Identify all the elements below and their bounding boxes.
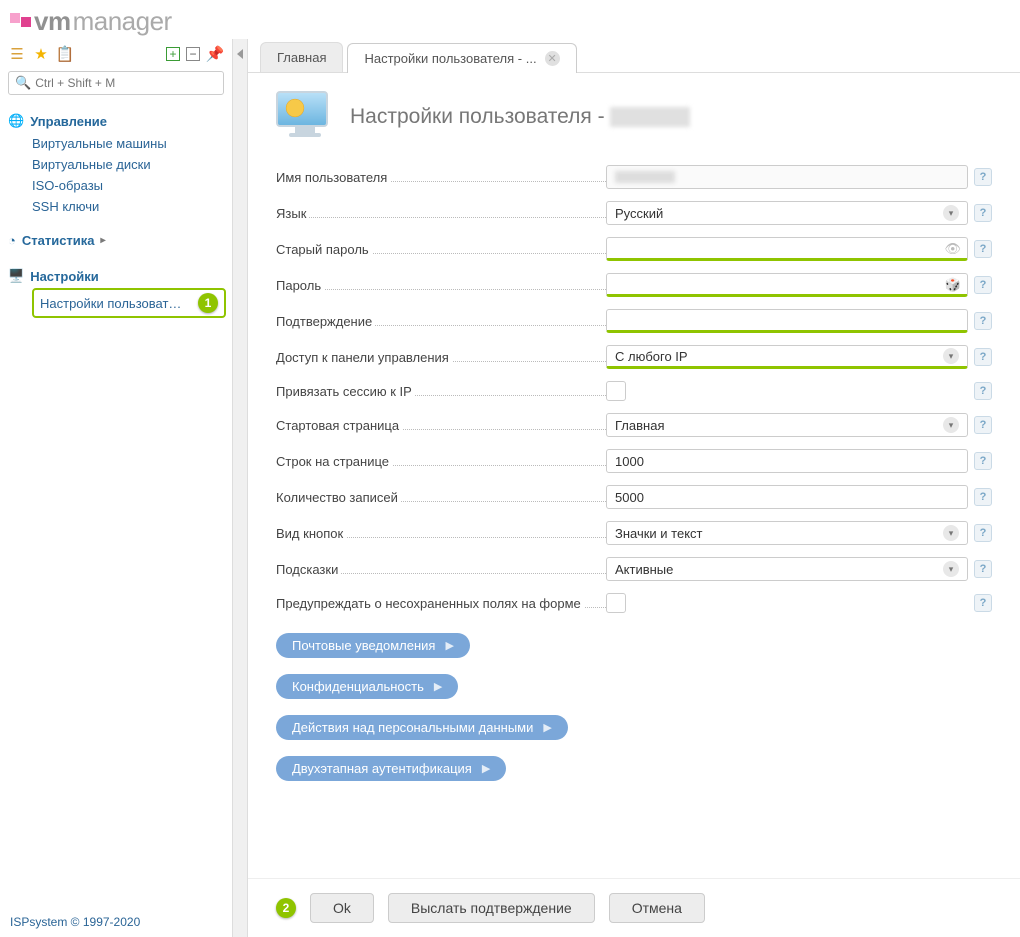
minus-icon[interactable]: − <box>186 47 200 61</box>
send-confirmation-button[interactable]: Выслать подтверждение <box>388 893 595 923</box>
search-input[interactable]: 🔍 <box>8 71 224 95</box>
page-title: Настройки пользователя - <box>276 91 992 143</box>
step-badge-2: 2 <box>276 898 296 918</box>
confirm-password-field[interactable] <box>606 309 968 333</box>
help-icon[interactable]: ? <box>974 452 992 470</box>
help-icon[interactable]: ? <box>974 560 992 578</box>
confirm-label: Подтверждение <box>276 314 375 329</box>
tab-main[interactable]: Главная <box>260 42 343 72</box>
globe-icon: 🌐 <box>8 113 24 129</box>
logo-area: vmmanager <box>0 0 1020 39</box>
chevron-down-icon: ▾ <box>943 417 959 433</box>
oldpw-label: Старый пароль <box>276 242 372 257</box>
nav-item-iso[interactable]: ISO-образы <box>32 175 232 196</box>
button-style-select[interactable]: Значки и текст▾ <box>606 521 968 545</box>
nav-item-disks[interactable]: Виртуальные диски <box>32 154 232 175</box>
section-privacy[interactable]: Конфиденциальность▶ <box>276 674 458 699</box>
search-icon: 🔍 <box>15 75 31 91</box>
ok-button[interactable]: Ok <box>310 893 374 923</box>
sidebar: ☰ ★ 📋 + − 📌 🔍 🌐 Управление <box>0 39 232 937</box>
step-badge-1: 1 <box>198 293 218 313</box>
nav-group-settings[interactable]: 🖥️ Настройки <box>8 264 232 288</box>
buttons-label: Вид кнопок <box>276 526 346 541</box>
nav-item-vms[interactable]: Виртуальные машины <box>32 133 232 154</box>
help-icon[interactable]: ? <box>974 524 992 542</box>
clipboard-icon[interactable]: 📋 <box>56 45 74 63</box>
list-icon[interactable]: ☰ <box>8 45 26 63</box>
search-field[interactable] <box>35 76 217 90</box>
lang-select[interactable]: Русский▾ <box>606 201 968 225</box>
chevron-down-icon: ▾ <box>943 348 959 364</box>
hints-select[interactable]: Активные▾ <box>606 557 968 581</box>
help-icon[interactable]: ? <box>974 594 992 612</box>
nav-group-management[interactable]: 🌐 Управление <box>8 109 232 133</box>
rows-label: Строк на странице <box>276 454 392 469</box>
section-mail[interactable]: Почтовые уведомления▶ <box>276 633 470 658</box>
logo-light: manager <box>73 6 172 37</box>
tab-bar: Главная Настройки пользователя - ... ✕ <box>248 39 1020 73</box>
help-icon[interactable]: ? <box>974 240 992 258</box>
help-icon[interactable]: ? <box>974 382 992 400</box>
hints-label: Подсказки <box>276 562 341 577</box>
bind-ip-checkbox[interactable] <box>606 381 626 401</box>
chevron-right-icon: ▶ <box>445 639 453 652</box>
pin-icon[interactable]: 📌 <box>206 45 224 63</box>
close-icon[interactable]: ✕ <box>545 51 560 66</box>
nav-item-ssh[interactable]: SSH ключи <box>32 196 232 217</box>
cancel-button[interactable]: Отмена <box>609 893 705 923</box>
records-field[interactable]: 5000 <box>606 485 968 509</box>
chevron-right-icon: ▶ <box>543 721 551 734</box>
warn-unsaved-checkbox[interactable] <box>606 593 626 613</box>
bindip-label: Привязать сессию к IP <box>276 384 415 399</box>
tab-user-settings[interactable]: Настройки пользователя - ... ✕ <box>347 43 576 73</box>
help-icon[interactable]: ? <box>974 416 992 434</box>
eye-icon[interactable]: 👁 <box>944 241 961 257</box>
username-field <box>606 165 968 189</box>
chevron-right-icon: ▸ <box>101 235 106 246</box>
monitor-icon: 🖥️ <box>8 268 24 284</box>
pie-icon: ◔ <box>8 233 16 248</box>
nav-group-stats[interactable]: ◔ Статистика ▸ <box>8 229 232 252</box>
chevron-down-icon: ▾ <box>943 561 959 577</box>
action-bar: 2 Ok Выслать подтверждение Отмена <box>248 878 1020 937</box>
warn-label: Предупреждать о несохраненных полях на ф… <box>276 596 584 611</box>
old-password-field[interactable]: 👁 <box>606 237 968 261</box>
sidebar-collapse[interactable] <box>232 39 248 937</box>
nav-item-user-settings[interactable]: Настройки пользоват… 1 <box>32 288 226 318</box>
rows-field[interactable]: 1000 <box>606 449 968 473</box>
footer-copyright: ISPsystem © 1997-2020 <box>0 907 232 937</box>
chevron-down-icon: ▾ <box>943 525 959 541</box>
settings-monitor-icon <box>276 91 334 143</box>
help-icon[interactable]: ? <box>974 276 992 294</box>
collapse-left-icon <box>237 49 243 59</box>
help-icon[interactable]: ? <box>974 348 992 366</box>
username-redacted <box>610 107 690 127</box>
logo-bold: vm <box>34 6 71 37</box>
star-icon[interactable]: ★ <box>32 45 50 63</box>
chevron-right-icon: ▶ <box>434 680 442 693</box>
dice-icon[interactable]: 🎲 <box>945 277 961 293</box>
access-label: Доступ к панели управления <box>276 350 452 365</box>
startpage-select[interactable]: Главная▾ <box>606 413 968 437</box>
help-icon[interactable]: ? <box>974 204 992 222</box>
username-label: Имя пользователя <box>276 170 390 185</box>
section-2fa[interactable]: Двухэтапная аутентификация▶ <box>276 756 506 781</box>
password-field[interactable]: 🎲 <box>606 273 968 297</box>
logo-icon <box>10 17 32 27</box>
chevron-down-icon: ▾ <box>943 205 959 221</box>
access-select[interactable]: С любого IP▾ <box>606 345 968 369</box>
pw-label: Пароль <box>276 278 324 293</box>
plus-icon[interactable]: + <box>166 47 180 61</box>
startpage-label: Стартовая страница <box>276 418 402 433</box>
chevron-right-icon: ▶ <box>482 762 490 775</box>
help-icon[interactable]: ? <box>974 168 992 186</box>
help-icon[interactable]: ? <box>974 312 992 330</box>
lang-label: Язык <box>276 206 309 221</box>
section-personal-data[interactable]: Действия над персональными данными▶ <box>276 715 568 740</box>
records-label: Количество записей <box>276 490 401 505</box>
help-icon[interactable]: ? <box>974 488 992 506</box>
